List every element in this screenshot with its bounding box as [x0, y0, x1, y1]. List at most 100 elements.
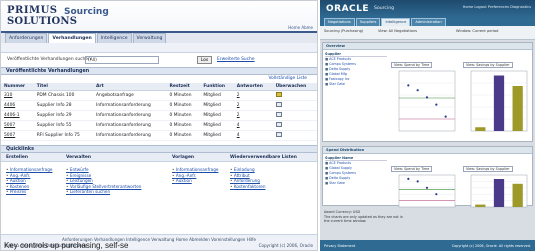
- row-title: RFI Supplier Info 75: [33, 130, 94, 141]
- row-type: Informationsanforderung: [93, 130, 167, 141]
- row-number[interactable]: 5007: [1, 120, 34, 131]
- chart-view-select[interactable]: View: Savings by Supplier: [463, 62, 513, 68]
- row-watch: [272, 120, 317, 131]
- caption-text: Key controls up purchasing, self-se: [4, 241, 129, 250]
- table-row: 5007 RFI Supplier Info 75 Informationsan…: [1, 130, 317, 141]
- data-point: [416, 89, 419, 92]
- row-title: PDM Chassis 100: [33, 90, 94, 101]
- top-links[interactable]: Home Abme: [288, 25, 313, 30]
- ql-link[interactable]: Auktion: [172, 178, 218, 184]
- award-note: Award Currency: USD The charts are only …: [324, 210, 403, 224]
- filter-view[interactable]: View: All Negotiations: [378, 29, 417, 33]
- row-number[interactable]: 310: [1, 90, 34, 101]
- watch-icon[interactable]: [275, 102, 282, 107]
- data-point: [425, 186, 429, 189]
- row-time: 0 Minuten: [166, 100, 201, 111]
- table-row: 310 PDM Chassis 100 Angebotsanfrage 0 Mi…: [1, 90, 317, 101]
- row-number[interactable]: 5007: [1, 130, 34, 141]
- col-antworten: Antworten: [233, 83, 273, 91]
- row-type: Informationsanforderung: [93, 100, 167, 111]
- ql-link[interactable]: Preisres: [6, 189, 52, 195]
- tab-administration[interactable]: Administration: [411, 18, 446, 26]
- row-watch: [272, 110, 317, 121]
- tab-verhandlungen[interactable]: Verhandlungen: [48, 33, 96, 43]
- row-time: 0 Minuten: [166, 90, 201, 101]
- supplier-list-2: Supplier Name ACE Products Global Supply…: [325, 156, 387, 186]
- oracle-app-title: Sourcing: [374, 6, 395, 11]
- chart-1-svg: [398, 70, 456, 132]
- ql-header-manage: Verwalten: [66, 155, 92, 160]
- ql-link[interactable]: Informationsanfrage: [6, 167, 53, 173]
- watch-icon[interactable]: [275, 92, 282, 97]
- section-title: Veröffentlichte Verhandlungen: [1, 67, 317, 75]
- chart-3-svg: [398, 174, 456, 208]
- row-answers[interactable]: 4: [233, 120, 273, 131]
- table-header-row: Nummer Titel Art Restzeit Funktion Antwo…: [1, 83, 317, 91]
- chart-view-select[interactable]: View: Spend by Time: [391, 166, 433, 172]
- chart-view-select[interactable]: View: Savings by Supplier: [463, 166, 513, 172]
- row-title: Supplier Info 29: [33, 110, 94, 121]
- tab-suppliers[interactable]: Suppliers: [355, 18, 381, 26]
- primus-header: PRIMUS SOLUTIONS Sourcing Home Abme: [1, 1, 317, 33]
- privacy-link[interactable]: Privacy Statement: [324, 244, 355, 248]
- list-item[interactable]: Star Gate: [325, 181, 387, 186]
- ql-header-lists: Wiederverwendbare Listen: [230, 155, 297, 160]
- chart-3: View: Spend by Time: [391, 159, 457, 209]
- ql-header-templates: Vorlagen: [172, 155, 195, 160]
- chart-2-svg: [470, 70, 528, 132]
- chart-2: View: Savings by Supplier: [463, 55, 529, 137]
- row-number[interactable]: 4406: [1, 100, 34, 111]
- filter-window[interactable]: Window: Current period: [456, 29, 498, 33]
- data-point: [444, 115, 447, 118]
- ql-link[interactable]: Informationsanfrage: [172, 167, 219, 173]
- tab-verwaltung[interactable]: Verwaltung: [132, 33, 167, 43]
- go-button[interactable]: Los: [197, 56, 212, 64]
- tab-negotiations[interactable]: Negotiations: [324, 18, 355, 26]
- sub-bar: [1, 43, 317, 53]
- panel-title: Spend Distribution: [323, 147, 532, 154]
- watch-icon[interactable]: [275, 112, 282, 117]
- search-select[interactable]: (All): [85, 56, 159, 64]
- chart-1: View: Spend by Time: [391, 55, 457, 137]
- tab-bar: Anforderungen Verhandlungen Intelligence…: [1, 33, 317, 43]
- row-role: Mitglied: [200, 110, 234, 121]
- bar: [512, 183, 523, 207]
- row-answers[interactable]: 2: [233, 100, 273, 111]
- row-title: Supplier Info 55: [33, 120, 94, 131]
- ql-link[interactable]: Kostenfaktoren: [230, 184, 266, 190]
- oracle-header: ORACLE Sourcing Home Logout Preferences …: [320, 0, 535, 18]
- tab-anforderungen[interactable]: Anforderungen: [5, 33, 48, 43]
- row-answers[interactable]: 2: [233, 90, 273, 101]
- filter-context: Sourcing (Purchasing): [324, 29, 364, 33]
- watch-icon[interactable]: [275, 132, 282, 137]
- ql-col-manage: Entwürfe Ereignisse Leistungen Vorläufig…: [66, 167, 142, 195]
- tab-intelligence[interactable]: Intelligence: [96, 33, 132, 43]
- bar: [512, 86, 523, 131]
- row-answers[interactable]: 2: [233, 110, 273, 121]
- col-titel: Titel: [33, 83, 94, 91]
- full-list-link[interactable]: Vollständige Liste: [1, 75, 317, 83]
- spend-panel: Spend Distribution Supplier Name ACE Pro…: [322, 146, 533, 209]
- row-watch: [272, 100, 317, 111]
- quicklinks-title: Quicklinks: [1, 145, 317, 153]
- negotiations-table: Nummer Titel Art Restzeit Funktion Antwo…: [1, 83, 317, 141]
- search-label: Veröffentlichte Verhandlungen suchen: [7, 57, 91, 62]
- app-title: Sourcing: [64, 7, 109, 17]
- row-role: Mitglied: [200, 120, 234, 131]
- row-role: Mitglied: [200, 100, 234, 111]
- row-answers[interactable]: 4: [233, 130, 273, 141]
- tab-intelligence[interactable]: Intelligence: [381, 18, 411, 26]
- chart-view-select[interactable]: View: Spend by Time: [391, 62, 433, 68]
- row-number[interactable]: 4406-1: [1, 110, 34, 121]
- table-row: 4406-1 Supplier Info 29 Informationsanfo…: [1, 110, 317, 121]
- oracle-tab-bar: Negotiations Suppliers Intelligence Admi…: [320, 18, 535, 26]
- advanced-search-link[interactable]: Erweiterte Suche: [217, 57, 255, 62]
- ql-link[interactable]: Lieferanten suchen: [66, 189, 141, 195]
- list-item[interactable]: Star Gate: [325, 82, 387, 87]
- col-ueberwachen: Überwachen: [272, 83, 317, 91]
- watch-icon[interactable]: [275, 122, 282, 127]
- oracle-top-links[interactable]: Home Logout Preferences Diagnostics: [463, 5, 531, 9]
- col-funktion: Funktion: [200, 83, 234, 91]
- row-type: Informationsanforderung: [93, 110, 167, 121]
- oracle-footer: Privacy Statement Copyright (c) 2006, Or…: [320, 240, 535, 251]
